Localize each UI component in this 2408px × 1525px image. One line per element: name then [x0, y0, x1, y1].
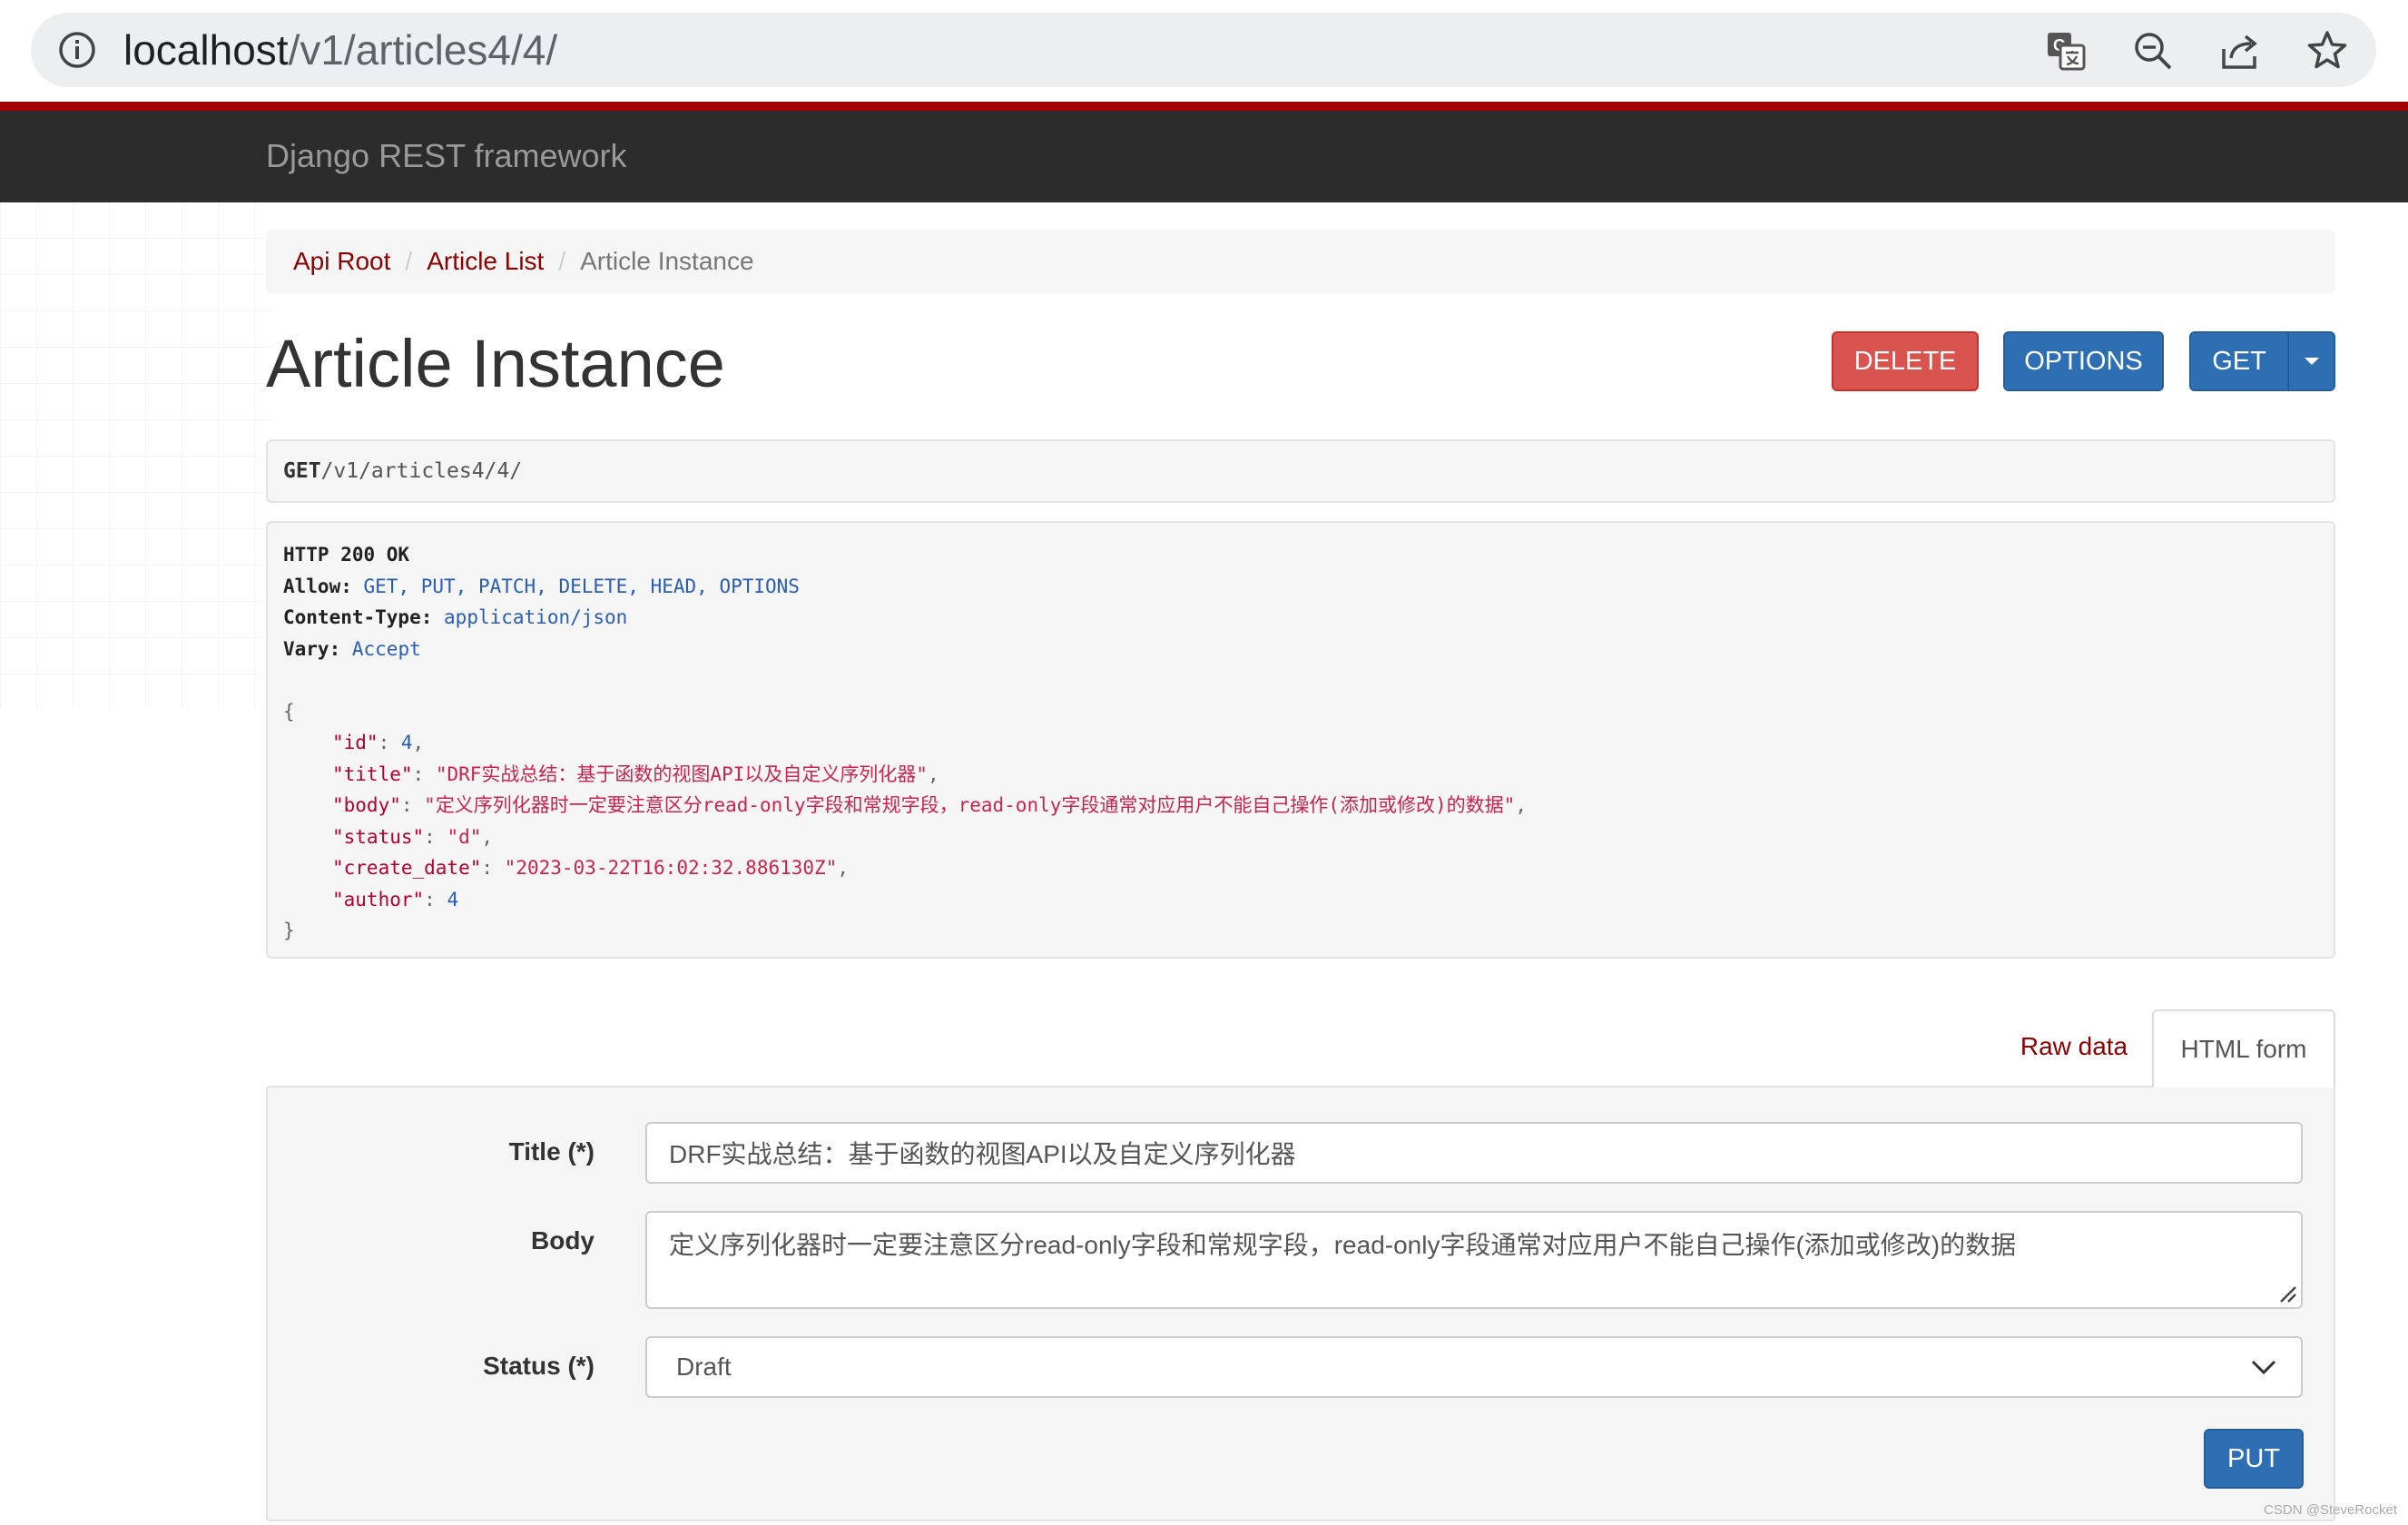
json-value: "定义序列化器时一定要注意区分read-only字段和常规字段，read-onl… [424, 794, 1516, 816]
json-key: "title" [332, 762, 413, 785]
tab-html-form[interactable]: HTML form [2152, 1009, 2335, 1087]
json-comma: , [927, 762, 939, 785]
json-value: 4 [447, 888, 459, 910]
json-comma: , [1515, 794, 1527, 816]
response-status: HTTP 200 OK [283, 539, 2318, 571]
url-path: /v1/articles4/4/ [288, 26, 558, 74]
status-selected-value: Draft [676, 1353, 732, 1381]
json-value: "2023-03-22T16:02:32.886130Z" [504, 857, 838, 879]
caret-down-icon [2304, 358, 2319, 365]
header-key: Allow: [283, 575, 352, 597]
watermark: CSDN @SteveRocket [2264, 1502, 2397, 1518]
response-header: Allow: GET, PUT, PATCH, DELETE, HEAD, OP… [283, 571, 2318, 603]
breadcrumb-separator: / [405, 247, 413, 275]
header-value: Accept [351, 637, 421, 660]
get-button[interactable]: GET [2189, 331, 2289, 391]
url-text[interactable]: localhost/v1/articles4/4/ [123, 25, 557, 75]
body-textarea[interactable]: 定义序列化器时一定要注意区分read-only字段和常规字段，read-only… [645, 1211, 2303, 1309]
info-icon[interactable] [58, 31, 96, 69]
request-path: /v1/articles4/4/ [320, 459, 523, 483]
json-close-brace: } [283, 920, 295, 941]
browser-toolbar: localhost/v1/articles4/4/ G [0, 0, 2408, 102]
json-value: "d" [447, 825, 482, 848]
url-host: localhost [123, 26, 289, 74]
response-info: HTTP 200 OK Allow: GET, PUT, PATCH, DELE… [266, 521, 2335, 959]
tab-raw-data[interactable]: Raw data [1991, 1009, 2157, 1084]
request-info: GET /v1/articles4/4/ [266, 439, 2335, 503]
title-input[interactable]: DRF实战总结：基于函数的视图API以及自定义序列化器 [645, 1122, 2303, 1184]
breadcrumb-article-instance: Article Instance [580, 247, 754, 275]
json-field: "author": 4 [332, 888, 459, 910]
json-field: "id": 4, [332, 732, 425, 753]
json-key: "author" [332, 888, 425, 910]
json-value: "DRF实战总结：基于函数的视图API以及自定义序列化器" [435, 762, 928, 785]
header-key: Content-Type: [283, 606, 433, 628]
header-key: Vary: [283, 637, 341, 660]
response-header: Vary: Accept [283, 634, 2318, 665]
body-text: 定义序列化器时一定要注意区分read-only字段和常规字段，read-only… [669, 1231, 2017, 1259]
status-select[interactable]: Draft [645, 1336, 2303, 1398]
background-grid [0, 202, 272, 710]
options-button[interactable]: OPTIONS [2003, 331, 2164, 391]
status-line: HTTP 200 OK [283, 544, 410, 566]
navbar-accent-line [0, 102, 2408, 111]
json-comma: , [837, 857, 849, 879]
put-button[interactable]: PUT [2204, 1429, 2304, 1489]
translate-icon[interactable]: G [2044, 29, 2088, 73]
share-icon[interactable] [2218, 29, 2262, 73]
json-key: "body" [332, 794, 401, 816]
breadcrumb-article-list[interactable]: Article List [427, 247, 544, 276]
status-label: Status (*) [483, 1352, 595, 1380]
json-value: 4 [400, 732, 413, 753]
chevron-down-icon [2251, 1360, 2276, 1375]
body-label: Body [531, 1226, 595, 1254]
breadcrumb-api-root[interactable]: Api Root [293, 247, 390, 276]
bookmark-star-icon[interactable] [2305, 29, 2349, 73]
json-field: "title": "DRF实战总结：基于函数的视图API以及自定义序列化器", [332, 762, 939, 785]
response-header: Content-Type: application/json [283, 602, 2318, 634]
put-form: Title (*) DRF实战总结：基于函数的视图API以及自定义序列化器 Bo… [266, 1086, 2335, 1521]
breadcrumb: Api Root / Article List / Article Instan… [266, 230, 2335, 293]
page-title: Article Instance [266, 326, 725, 401]
json-open-brace: { [283, 700, 295, 723]
breadcrumb-separator: / [558, 247, 566, 275]
json-field: "create_date": "2023-03-22T16:02:32.8861… [332, 857, 849, 879]
get-format-dropdown-button[interactable] [2288, 331, 2335, 391]
header-value: GET, PUT, PATCH, DELETE, HEAD, OPTIONS [363, 575, 800, 597]
json-comma: , [412, 732, 425, 753]
json-key: "id" [332, 732, 378, 753]
json-field: "status": "d", [332, 825, 494, 848]
resize-handle-icon[interactable] [2275, 1282, 2297, 1304]
request-method: GET [283, 459, 321, 483]
zoom-out-icon[interactable] [2131, 29, 2175, 73]
header-value: application/json [444, 606, 628, 628]
navbar: Django REST framework [0, 111, 2408, 202]
address-bar[interactable]: localhost/v1/articles4/4/ G [31, 13, 2376, 87]
json-comma: , [481, 825, 494, 848]
json-field: "body": "定义序列化器时一定要注意区分read-only字段和常规字段，… [332, 794, 1527, 816]
delete-button[interactable]: DELETE [1832, 331, 1979, 391]
browser-action-icons: G [2044, 29, 2349, 73]
title-label: Title (*) [508, 1137, 595, 1166]
navbar-brand[interactable]: Django REST framework [266, 136, 626, 176]
json-key: "create_date" [332, 857, 482, 879]
json-key: "status" [332, 825, 425, 848]
